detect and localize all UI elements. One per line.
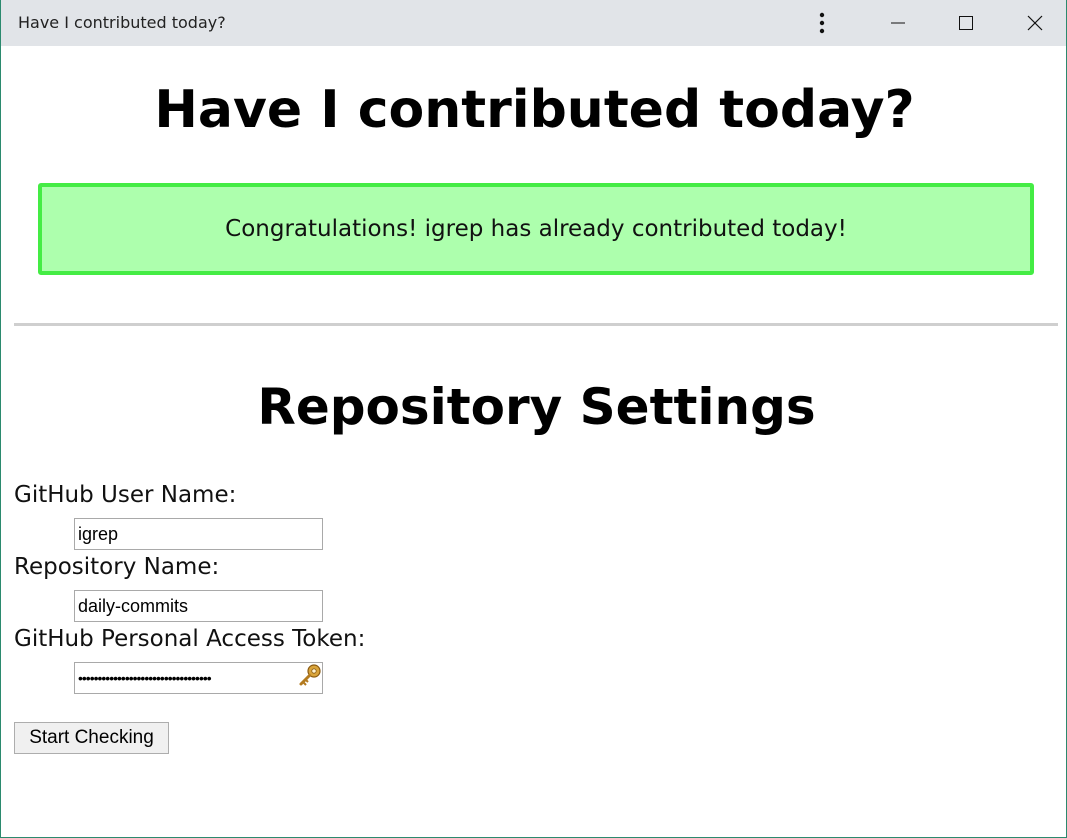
token-label: GitHub Personal Access Token: bbox=[14, 626, 366, 652]
close-icon bbox=[1027, 15, 1043, 31]
repository-input[interactable] bbox=[74, 590, 323, 622]
token-input[interactable] bbox=[74, 662, 323, 694]
minimize-button[interactable] bbox=[875, 0, 921, 46]
repository-label: Repository Name: bbox=[14, 554, 220, 580]
maximize-button[interactable] bbox=[943, 0, 989, 46]
start-checking-button[interactable]: Start Checking bbox=[14, 722, 169, 754]
status-banner: Congratulations! igrep has already contr… bbox=[38, 183, 1034, 275]
window-title: Have I contributed today? bbox=[18, 13, 226, 32]
minimize-icon bbox=[891, 22, 905, 24]
more-vertical-icon bbox=[819, 12, 825, 34]
settings-title: Repository Settings bbox=[257, 378, 816, 436]
title-bar[interactable]: Have I contributed today? bbox=[1, 0, 1066, 46]
key-icon[interactable] bbox=[298, 663, 322, 689]
page-title: Have I contributed today? bbox=[154, 80, 915, 140]
username-label: GitHub User Name: bbox=[14, 482, 237, 508]
more-options-button[interactable] bbox=[799, 0, 845, 46]
maximize-icon bbox=[959, 16, 973, 30]
close-button[interactable] bbox=[1012, 0, 1058, 46]
username-input[interactable] bbox=[74, 518, 323, 550]
divider bbox=[14, 323, 1058, 326]
app-window: Have I contributed today? Have I contrib… bbox=[0, 0, 1067, 838]
status-message: Congratulations! igrep has already contr… bbox=[225, 216, 847, 242]
